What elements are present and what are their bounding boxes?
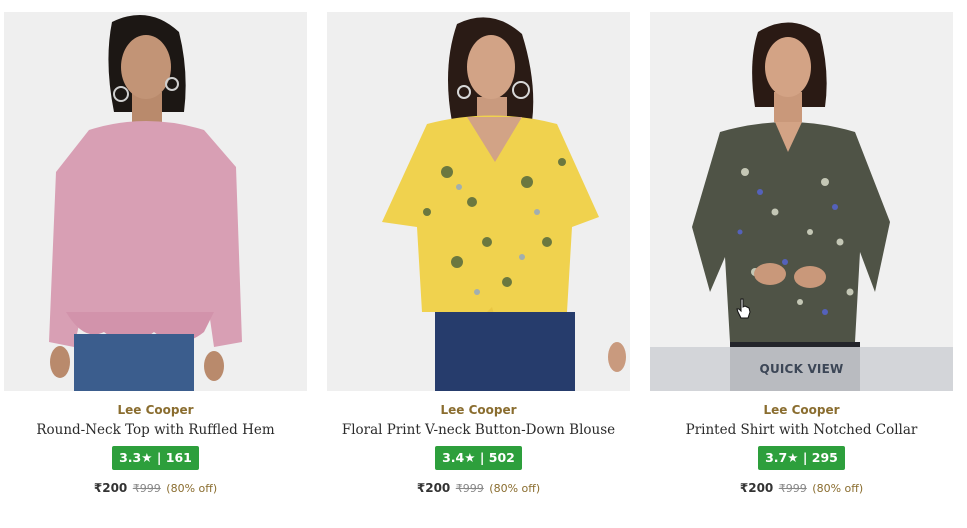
rating-value: 3.7 xyxy=(765,450,788,465)
product-title[interactable]: Printed Shirt with Notched Collar xyxy=(650,422,953,438)
star-icon: ★ xyxy=(787,450,799,465)
product-brand: Lee Cooper xyxy=(117,403,194,417)
rating-value: 3.4 xyxy=(442,450,465,465)
original-price: ₹999 xyxy=(132,482,161,495)
star-icon: ★ xyxy=(464,450,476,465)
rating-separator: | xyxy=(479,450,485,465)
product-grid: Lee Cooper Round-Neck Top with Ruffled H… xyxy=(0,0,967,528)
original-price: ₹999 xyxy=(455,482,484,495)
rating-badge: 3.3★ | 161 xyxy=(112,446,199,470)
quick-view-button[interactable]: QUICK VIEW xyxy=(650,347,953,391)
rating-badge: 3.4★ | 502 xyxy=(435,446,522,470)
rating-separator: | xyxy=(156,450,162,465)
product-title[interactable]: Floral Print V-neck Button-Down Blouse xyxy=(327,422,630,438)
discount-label: (80% off) xyxy=(166,482,218,495)
sale-price: ₹200 xyxy=(93,481,128,495)
product-card[interactable]: Lee Cooper Round-Neck Top with Ruffled H… xyxy=(4,12,307,512)
hand-cursor-icon xyxy=(736,298,751,319)
rating-badge: 3.7★ | 295 xyxy=(758,446,845,470)
product-card[interactable]: QUICK VIEW Lee Cooper Printed Shirt with… xyxy=(650,12,953,512)
product-card[interactable]: Lee Cooper Floral Print V-neck Button-Do… xyxy=(327,12,630,512)
model-photo xyxy=(4,12,307,391)
price-row: ₹200 ₹999 (80% off) xyxy=(327,481,630,495)
model-photo xyxy=(327,12,630,391)
star-icon: ★ xyxy=(141,450,153,465)
original-price: ₹999 xyxy=(778,482,807,495)
product-brand: Lee Cooper xyxy=(440,403,517,417)
sale-price: ₹200 xyxy=(416,481,451,495)
product-brand: Lee Cooper xyxy=(763,403,840,417)
product-image[interactable]: QUICK VIEW xyxy=(650,12,953,391)
model-photo xyxy=(650,12,953,391)
review-count: 161 xyxy=(165,450,192,465)
sale-price: ₹200 xyxy=(739,481,774,495)
discount-label: (80% off) xyxy=(812,482,864,495)
review-count: 295 xyxy=(811,450,838,465)
discount-label: (80% off) xyxy=(489,482,541,495)
product-image[interactable] xyxy=(4,12,307,391)
rating-value: 3.3 xyxy=(119,450,142,465)
price-row: ₹200 ₹999 (80% off) xyxy=(4,481,307,495)
product-title[interactable]: Round-Neck Top with Ruffled Hem xyxy=(4,422,307,438)
product-image[interactable] xyxy=(327,12,630,391)
price-row: ₹200 ₹999 (80% off) xyxy=(650,481,953,495)
review-count: 502 xyxy=(488,450,515,465)
rating-separator: | xyxy=(802,450,808,465)
